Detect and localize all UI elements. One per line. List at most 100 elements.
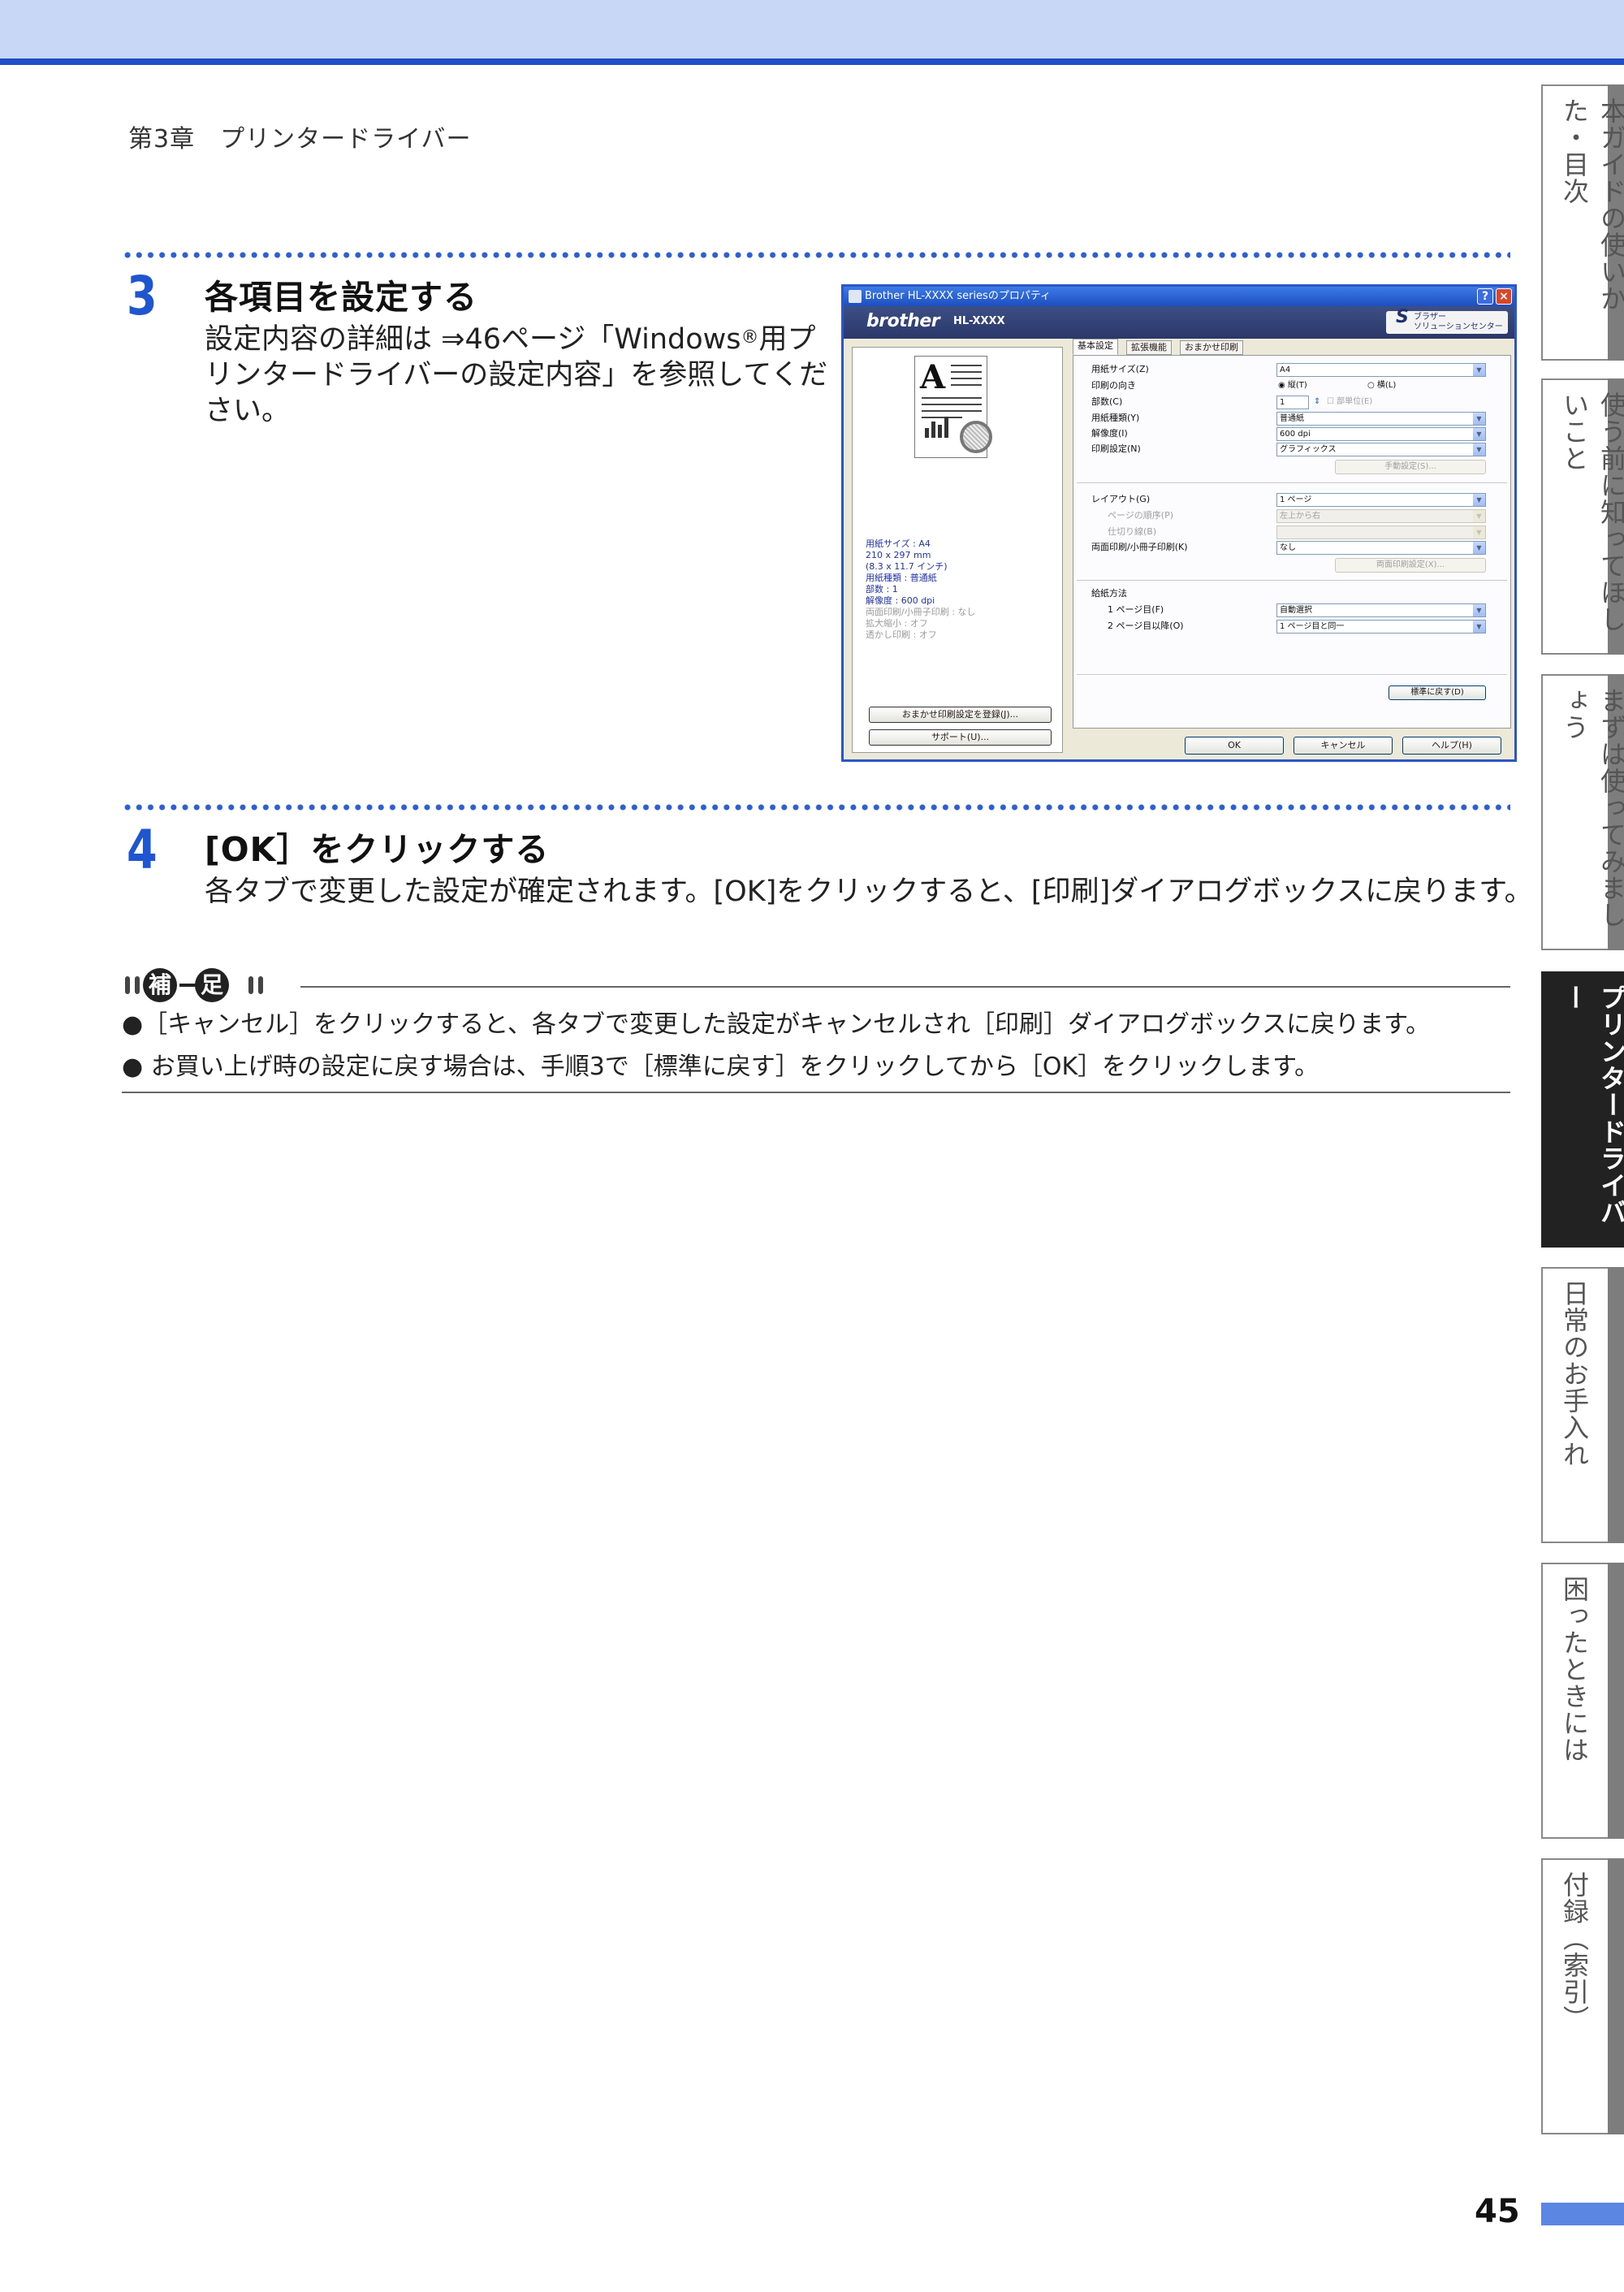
print-setting-select[interactable]: グラフィックス ▼ [1276,443,1486,456]
register-preset-button[interactable]: おまかせ印刷設定を登録(J)... [869,707,1052,723]
side-tab-label: 使う前に知ってほしいこと [1559,391,1624,633]
tab-basic[interactable]: 基本設定 [1073,339,1118,355]
summary-line: 透かし印刷 : オフ [866,629,937,640]
tab-presets[interactable]: おまかせ印刷 [1180,340,1243,355]
restore-defaults-button[interactable]: 標準に戻す(D) [1389,685,1486,700]
side-tab-before-use[interactable]: 使う前に知ってほしいこと [1541,378,1624,655]
side-tab-label: 付録（索引） [1559,1871,1590,2032]
copies-spinner-icon[interactable]: ⇕ [1314,396,1320,408]
dotted-divider [122,804,1510,811]
copies-input[interactable]: 1 [1276,396,1309,409]
basic-settings-panel: 用紙サイズ(Z) A4 ▼ 印刷の向き ◉ 縦(T) ○ 横(L) 部数(C) 1… [1073,355,1511,729]
resolution-label: 解像度(I) [1091,428,1128,439]
side-tab-maintenance[interactable]: 日常のお手入れ [1541,1267,1624,1543]
body-text: さい。 [205,395,291,427]
support-button[interactable]: サポート(U)... [869,729,1052,746]
note-char: 補 [143,968,177,1002]
top-band [0,0,1624,58]
collate-checkbox[interactable]: ☐ 部単位(E) [1327,396,1372,408]
bracket-icon [258,976,263,994]
chevron-down-icon: ▼ [1473,542,1485,554]
divider [1077,580,1507,582]
ok-button[interactable]: OK [1185,737,1284,755]
other-pages-label: 2 ページ目以降(O) [1108,621,1184,631]
brand-bar: brother HL-XXXX S ブラザー ソリューションセンター [844,306,1514,339]
side-tab-first-steps[interactable]: まずは使ってみましょう [1541,674,1624,950]
side-tab-label: まずは使ってみましょう [1559,687,1624,928]
brother-logo: brother [866,311,940,331]
manual-settings-button[interactable]: 手動設定(S)... [1335,460,1486,474]
model-name: HL-XXXX [953,315,1005,327]
side-tab-printer-driver[interactable]: プリンタードライバー [1541,971,1624,1248]
orientation-label: 印刷の向き [1091,380,1136,391]
chevron-down-icon: ▼ [1473,364,1485,376]
note-rule [300,986,1510,988]
tab-advanced[interactable]: 拡張機能 [1126,340,1172,355]
paper-source-label: 給紙方法 [1091,588,1127,599]
bracket-icon [135,976,140,994]
step-body: 設定内容の詳細は ⇒46ページ「Windows®用プ リンタードライバーの設定内… [205,322,827,429]
solutions-logo-icon: S [1396,307,1409,327]
summary-line: 用紙サイズ : A4 [866,538,931,549]
note-badge: 補 足 [143,967,240,1004]
first-page-select[interactable]: 自動選択 ▼ [1276,603,1486,617]
print-setting-label: 印刷設定(N) [1091,443,1141,454]
chevron-down-icon: ▼ [1473,428,1485,440]
border-line-select[interactable]: ▼ [1276,525,1486,539]
page-order-select[interactable]: 左上から右 ▼ [1276,509,1486,523]
page-preview-icon: A [914,356,992,461]
help-icon[interactable]: ? [1477,288,1493,305]
properties-dialog: Brother HL-XXXX seriesのプロパティ ? × brother… [841,284,1517,762]
chapter-heading: 第3章 プリンタードライバー [128,125,472,154]
note-rule [122,1092,1510,1093]
divider [1077,482,1507,484]
side-tab-label: 本ガイドの使いかた・目次 [1559,97,1624,312]
solutions-label: ブラザー [1414,313,1446,322]
close-icon[interactable]: × [1496,288,1512,305]
solutions-center-button[interactable]: S ブラザー ソリューションセンター [1386,307,1508,334]
duplex-select[interactable]: なし ▼ [1276,541,1486,555]
cancel-button[interactable]: キャンセル [1294,737,1393,755]
portrait-radio[interactable]: ◉ 縦(T) [1278,380,1307,391]
first-page-label: 1 ページ目(F) [1108,604,1164,615]
side-tab-troubleshooting[interactable]: 困ったときには [1541,1563,1624,1839]
layout-select[interactable]: 1 ページ ▼ [1276,493,1486,507]
chevron-down-icon: ▼ [1473,443,1485,456]
duplex-settings-button[interactable]: 両面印刷設定(X)... [1335,558,1486,573]
duplex-label: 両面印刷/小冊子印刷(K) [1091,542,1188,552]
media-type-select[interactable]: 普通紙 ▼ [1276,412,1486,426]
copies-label: 部数(C) [1091,396,1123,407]
note-item: ●［キャンセル］をクリックすると、各タブで変更した設定がキャンセルされ［印刷］ダ… [122,1010,1431,1039]
top-rule [0,58,1624,65]
resolution-select[interactable]: 600 dpi ▼ [1276,427,1486,441]
paper-size-select[interactable]: A4 ▼ [1276,363,1486,377]
side-tab-appendix[interactable]: 付録（索引） [1541,1858,1624,2134]
side-tab-label: 困ったときには [1559,1576,1590,1763]
bracket-icon [248,976,253,994]
chevron-down-icon: ▼ [1473,494,1485,506]
chevron-down-icon: ▼ [1473,510,1485,522]
note-char: 足 [195,968,229,1002]
summary-line: 両面印刷/小冊子印刷 : なし [866,607,976,617]
note-dash [179,984,196,987]
summary-line: 解像度 : 600 dpi [866,595,935,606]
border-line-label: 仕切り線(B) [1108,526,1157,537]
landscape-radio[interactable]: ○ 横(L) [1367,380,1396,391]
side-tab-guide[interactable]: 本ガイドの使いかた・目次 [1541,84,1624,361]
step-number: 3 [127,265,158,327]
step-number: 4 [127,819,158,881]
chevron-down-icon: ▼ [1473,413,1485,425]
settings-summary: 用紙サイズ : A4 210 x 297 mm (8.3 x 11.7 インチ)… [866,538,975,641]
summary-line: 210 x 297 mm [866,550,931,560]
other-pages-select[interactable]: 1 ページ目と同一 ▼ [1276,620,1486,634]
media-type-label: 用紙種類(Y) [1091,413,1140,423]
help-button[interactable]: ヘルプ(H) [1402,737,1501,755]
step-body: 各タブで変更した設定が確定されます。[OK]をクリックすると、[印刷]ダイアログ… [205,876,1533,908]
page-number: 45 [1475,2193,1520,2230]
page-order-label: ページの順序(P) [1108,510,1173,521]
solutions-label: ソリューションセンター [1414,322,1503,331]
step-title: [OK］をクリックする [205,830,550,869]
summary-line: 部数 : 1 [866,584,898,595]
chevron-down-icon: ▼ [1473,526,1485,538]
body-text: リンタードライバーの設定内容」を参照してくだ [205,359,828,391]
